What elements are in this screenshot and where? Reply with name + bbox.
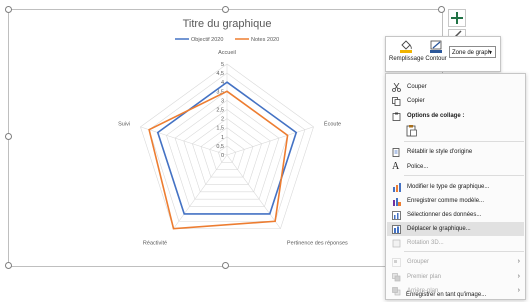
axis-tick-label: 2,5 bbox=[216, 108, 224, 114]
chevron-down-icon: ▼ bbox=[488, 50, 493, 56]
menu-item-label: Copier bbox=[407, 98, 425, 104]
fill-button[interactable]: Remplissage bbox=[389, 40, 424, 62]
chart-elements-button[interactable] bbox=[448, 9, 466, 27]
menu-separator bbox=[404, 251, 524, 252]
menu-item-copy[interactable]: Copier bbox=[387, 94, 524, 108]
chevron-right-icon: › bbox=[517, 258, 520, 265]
resize-handle-top-left[interactable] bbox=[5, 6, 12, 13]
legend-label: Notes 2020 bbox=[251, 37, 279, 43]
axis-tick-label: 3 bbox=[221, 98, 224, 104]
menu-item-font[interactable]: A Police... bbox=[387, 160, 524, 174]
menu-item-label: Premier plan bbox=[407, 274, 442, 280]
menu-item-label: Enregistrer comme modèle... bbox=[407, 198, 485, 204]
mini-toolbar: Remplissage Contour Zone de graph ▼ bbox=[385, 36, 501, 72]
reset-style-icon bbox=[392, 148, 400, 157]
menu-item-bring-to-front[interactable]: Premier plan › bbox=[387, 270, 524, 284]
paste-option-button[interactable] bbox=[405, 124, 418, 137]
resize-handle-top-center[interactable] bbox=[222, 6, 229, 13]
menu-item-label: Grouper bbox=[407, 259, 430, 265]
category-label: Réactivité bbox=[143, 240, 167, 246]
scissors-icon bbox=[392, 83, 401, 92]
menu-item-label: Couper bbox=[407, 84, 427, 90]
rotation-3d-icon bbox=[392, 239, 401, 248]
menu-item-select-data[interactable]: Sélectionner des données... bbox=[387, 208, 524, 222]
menu-item-label: Police... bbox=[407, 164, 429, 170]
menu-item-label: Déplacer le graphique... bbox=[407, 226, 471, 232]
menu-item-group[interactable]: Grouper › bbox=[387, 255, 524, 269]
chart-type-icon bbox=[393, 183, 401, 192]
legend-label: Objectif 2020 bbox=[191, 37, 223, 43]
category-label: Pertinence des réponses bbox=[287, 240, 348, 246]
bring-front-icon bbox=[392, 273, 401, 282]
chart-area[interactable]: Titre du graphique Objectif 2020 Notes 202… bbox=[8, 9, 443, 267]
menu-item-label: Sélectionner des données... bbox=[407, 212, 482, 218]
menu-item-label: Options de collage : bbox=[407, 113, 465, 119]
copy-icon bbox=[392, 97, 401, 106]
category-label: Suivi bbox=[118, 122, 130, 128]
menu-item-reset-style[interactable]: Rétablir le style d'origine bbox=[387, 145, 524, 159]
axis-tick-label: 2 bbox=[221, 117, 224, 123]
axis-tick-label: 1,5 bbox=[216, 126, 224, 132]
pen-outline-icon bbox=[430, 40, 442, 53]
select-data-icon bbox=[392, 211, 401, 220]
menu-item-3d-rotation[interactable]: Rotation 3D... bbox=[387, 236, 524, 250]
menu-item-cut[interactable]: Couper bbox=[387, 80, 524, 94]
grid-spoke bbox=[226, 126, 314, 156]
move-chart-icon bbox=[392, 225, 401, 234]
plus-icon bbox=[451, 12, 463, 24]
grid-spoke bbox=[140, 126, 228, 156]
category-label: Accueil bbox=[218, 50, 236, 56]
fill-label: Remplissage bbox=[389, 56, 424, 62]
paste-icon bbox=[406, 125, 417, 137]
axis-tick-label: 4,5 bbox=[216, 71, 224, 77]
axis-tick-label: 1 bbox=[221, 135, 224, 141]
group-icon bbox=[392, 258, 401, 267]
chart-element-select-value: Zone de graph bbox=[452, 50, 492, 56]
axis-tick-label: 5 bbox=[221, 62, 224, 68]
save-template-icon bbox=[393, 198, 401, 206]
outline-button[interactable]: Contour bbox=[424, 40, 448, 62]
menu-item-label: Modifier le type de graphique... bbox=[407, 184, 490, 190]
font-icon: A bbox=[392, 161, 400, 172]
radar-chart[interactable]: Titre du graphique Objectif 2020 Notes 202… bbox=[9, 10, 442, 266]
resize-handle-top-right[interactable] bbox=[438, 6, 445, 13]
menu-item-label: Rotation 3D... bbox=[407, 240, 444, 246]
menu-item-move-chart[interactable]: Déplacer le graphique... bbox=[387, 222, 524, 236]
outline-label: Contour bbox=[425, 56, 447, 62]
menu-item-change-chart-type[interactable]: Modifier le type de graphique... bbox=[387, 180, 524, 194]
chart-title: Titre du graphique bbox=[183, 18, 272, 30]
resize-handle-bottom-center[interactable] bbox=[222, 262, 229, 269]
menu-separator bbox=[404, 175, 524, 176]
axis-tick-label: 0 bbox=[221, 153, 224, 159]
category-label: Écoute bbox=[324, 121, 341, 128]
menu-separator bbox=[404, 141, 524, 142]
clipboard-icon bbox=[392, 112, 401, 121]
paint-bucket-icon bbox=[400, 40, 412, 53]
resize-handle-bottom-left[interactable] bbox=[5, 262, 12, 269]
axis-tick-label: 0,5 bbox=[216, 144, 224, 150]
menu-item-paste-options: Options de collage : bbox=[387, 109, 524, 123]
chevron-right-icon: › bbox=[517, 273, 520, 280]
resize-handle-middle-left[interactable] bbox=[5, 133, 12, 140]
chart-element-select[interactable]: Zone de graph ▼ bbox=[449, 46, 496, 58]
context-menu: Couper Copier Options de collage : Rétab… bbox=[385, 73, 526, 300]
menu-item-label: Rétablir le style d'origine bbox=[407, 149, 473, 155]
menu-item-save-template[interactable]: Enregistrer comme modèle... bbox=[387, 194, 524, 208]
